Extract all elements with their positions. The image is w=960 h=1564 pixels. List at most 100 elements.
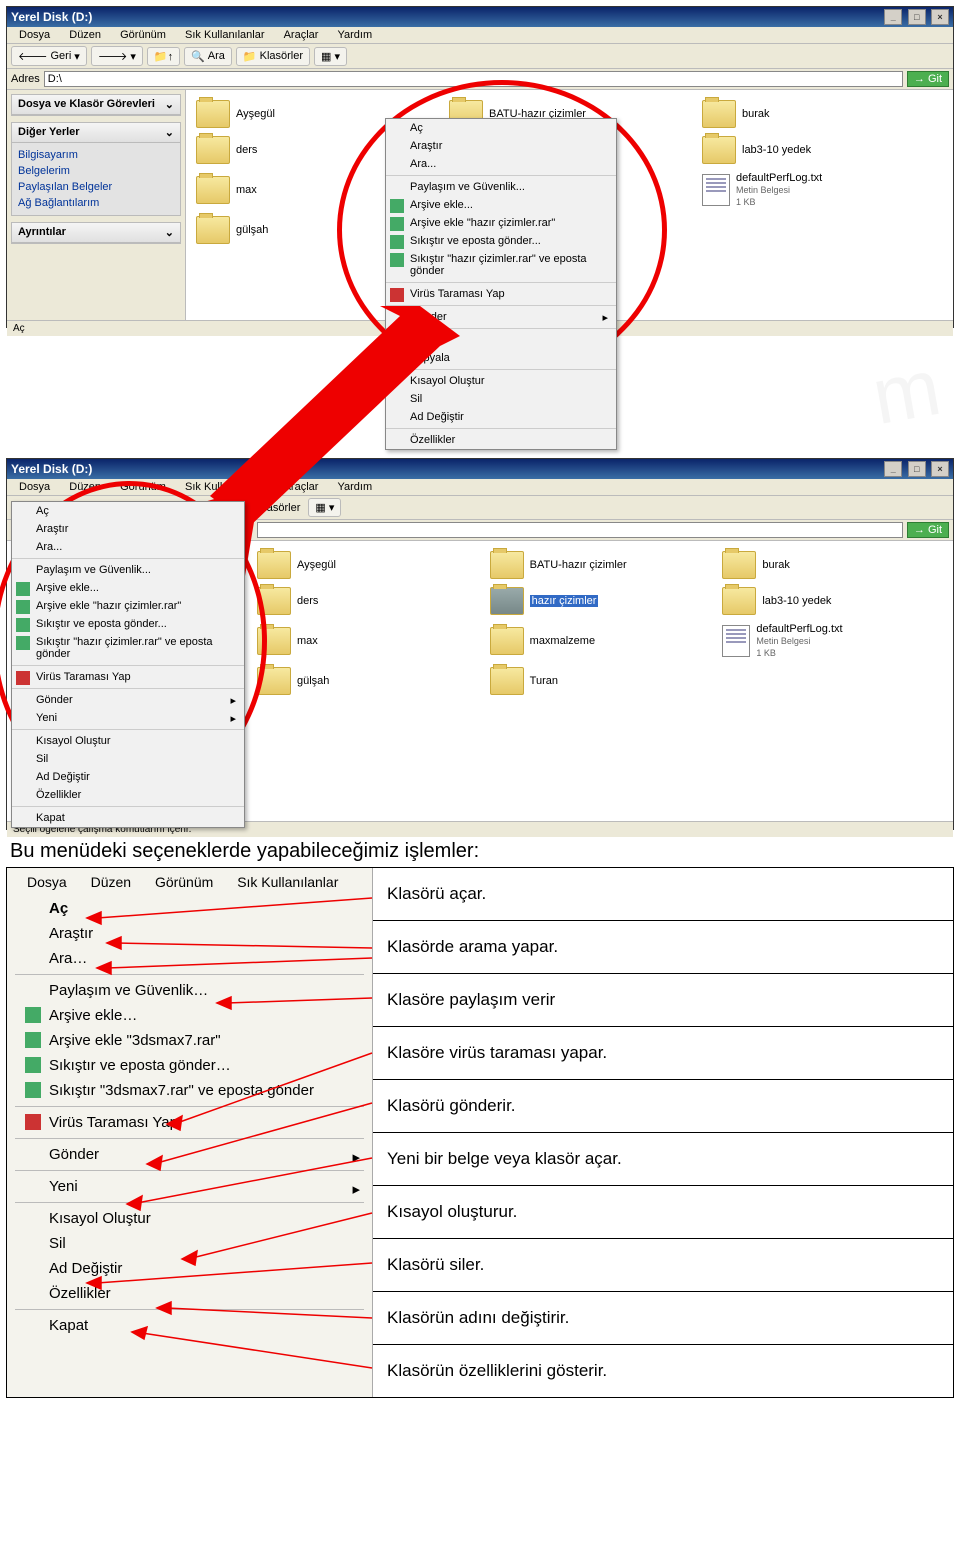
explain-menu-item[interactable]: Ara… bbox=[7, 946, 372, 971]
file-item[interactable]: defaultPerfLog.txtMetin Belgesi1 KB bbox=[720, 621, 945, 661]
menu-araclar[interactable]: Araçlar bbox=[276, 479, 327, 495]
context-menu-item[interactable]: Aç bbox=[12, 502, 244, 520]
views-button[interactable]: ▦ ▾ bbox=[308, 498, 341, 517]
panel-places-header[interactable]: Diğer Yerler⌄ bbox=[12, 123, 180, 143]
context-menu-item[interactable]: Aç bbox=[386, 119, 616, 137]
context-menu-item[interactable]: Paylaşım ve Güvenlik... bbox=[12, 561, 244, 579]
file-item[interactable]: defaultPerfLog.txtMetin Belgesi1 KB bbox=[700, 170, 945, 210]
menu-dosya[interactable]: Dosya bbox=[17, 872, 77, 892]
folder-item[interactable]: Turan bbox=[488, 665, 713, 697]
folder-item[interactable]: lab3-10 yedek bbox=[700, 134, 945, 166]
up-button[interactable]: 📁↑ bbox=[147, 47, 180, 66]
menu-duzen[interactable]: Düzen bbox=[81, 872, 141, 892]
folder-item[interactable]: maxmalzeme bbox=[488, 621, 713, 661]
folder-item[interactable]: burak bbox=[720, 549, 945, 581]
close-button[interactable]: × bbox=[931, 9, 949, 25]
context-menu-item[interactable]: Sıkıştır ve eposta gönder... bbox=[12, 615, 244, 633]
context-menu-item[interactable]: Kısayol Oluştur bbox=[386, 372, 616, 390]
panel-details-header[interactable]: Ayrıntılar⌄ bbox=[12, 223, 180, 243]
menu-dosya[interactable]: Dosya bbox=[11, 27, 58, 43]
menu-gorunum[interactable]: Görünüm bbox=[112, 27, 174, 43]
context-menu-item[interactable]: Ara... bbox=[12, 538, 244, 556]
explain-menu-item[interactable]: Yeni▸ bbox=[7, 1174, 372, 1199]
back-button[interactable]: 🡐 Geri ▾ bbox=[11, 46, 87, 66]
go-button[interactable]: → Git bbox=[907, 71, 949, 87]
context-menu-item[interactable]: Kes bbox=[386, 331, 616, 349]
minimize-button[interactable]: _ bbox=[884, 461, 902, 477]
explain-menu-item[interactable]: Kısayol Oluştur bbox=[7, 1206, 372, 1231]
context-menu-item[interactable]: Paylaşım ve Güvenlik... bbox=[386, 178, 616, 196]
minimize-button[interactable]: _ bbox=[884, 9, 902, 25]
folder-item[interactable]: burak bbox=[700, 98, 945, 130]
context-menu-item[interactable]: Kısayol Oluştur bbox=[12, 732, 244, 750]
context-menu-item[interactable]: Kapat bbox=[12, 809, 244, 827]
context-menu-item[interactable]: Sıkıştır ve eposta gönder... bbox=[386, 232, 616, 250]
context-menu-item[interactable]: Ad Değiştir bbox=[12, 768, 244, 786]
close-button[interactable]: × bbox=[931, 461, 949, 477]
menu-yardim[interactable]: Yardım bbox=[330, 27, 381, 43]
explain-menu-item[interactable]: Kapat bbox=[7, 1313, 372, 1338]
search-button[interactable]: 🔍 Ara bbox=[184, 47, 232, 66]
explain-menu-item[interactable]: Paylaşım ve Güvenlik… bbox=[7, 978, 372, 1003]
context-menu-item[interactable]: Araştır bbox=[386, 137, 616, 155]
explain-menu-item[interactable]: Sil bbox=[7, 1231, 372, 1256]
folder-item[interactable]: max bbox=[255, 621, 480, 661]
menu-sik[interactable]: Sık Kullanılanlar bbox=[177, 27, 273, 43]
go-button[interactable]: → Git bbox=[907, 522, 949, 538]
context-menu-item[interactable]: Arşive ekle... bbox=[12, 579, 244, 597]
context-menu-item[interactable]: Araştır bbox=[12, 520, 244, 538]
context-menu-item[interactable]: Ad Değiştir bbox=[386, 408, 616, 426]
folder-item[interactable]: Ayşegül bbox=[255, 549, 480, 581]
place-item[interactable]: Ağ Bağlantılarım bbox=[18, 195, 174, 211]
menu-duzen[interactable]: Düzen bbox=[61, 27, 109, 43]
context-menu-item[interactable]: Arşive ekle "hazır çizimler.rar" bbox=[386, 214, 616, 232]
context-menu-item[interactable]: Arşive ekle "hazır çizimler.rar" bbox=[12, 597, 244, 615]
context-menu-item[interactable]: Ara... bbox=[386, 155, 616, 173]
place-item[interactable]: Bilgisayarım bbox=[18, 147, 174, 163]
menu-araclar[interactable]: Araçlar bbox=[276, 27, 327, 43]
context-menu-item[interactable]: Özellikler bbox=[386, 431, 616, 449]
views-button[interactable]: ▦ ▾ bbox=[314, 47, 347, 66]
explain-menu-item[interactable]: Gönder▸ bbox=[7, 1142, 372, 1167]
context-menu-item[interactable]: Sıkıştır "hazır çizimler.rar" ve eposta … bbox=[386, 250, 616, 280]
explain-menu-item[interactable]: Sıkıştır "3dsmax7.rar" ve eposta gönder bbox=[7, 1078, 372, 1103]
context-menu-item[interactable]: Arşive ekle... bbox=[386, 196, 616, 214]
maximize-button[interactable]: □ bbox=[908, 461, 926, 477]
explain-menu-item[interactable]: Aç bbox=[7, 896, 372, 921]
folders-button[interactable]: 📁 Klasörler bbox=[236, 47, 310, 66]
context-menu-item[interactable]: Virüs Taraması Yap bbox=[386, 285, 616, 303]
menu-sik[interactable]: Sık Kullanılanlar bbox=[177, 479, 273, 495]
forward-button[interactable]: 🡒 ▾ bbox=[91, 46, 143, 66]
explain-menu-item[interactable]: Sıkıştır ve eposta gönder… bbox=[7, 1053, 372, 1078]
folder-item[interactable]: lab3-10 yedek bbox=[720, 585, 945, 617]
context-menu-item[interactable]: Kopyala bbox=[386, 349, 616, 367]
explain-menu-item[interactable]: Özellikler bbox=[7, 1281, 372, 1306]
folder-item[interactable]: BATU-hazır çizimler bbox=[488, 549, 713, 581]
panel-tasks-header[interactable]: Dosya ve Klasör Görevleri⌄ bbox=[12, 95, 180, 115]
menu-duzen[interactable]: Düzen bbox=[61, 479, 109, 495]
explain-menu-item[interactable]: Araştır bbox=[7, 921, 372, 946]
context-menu-item[interactable]: Sıkıştır "hazır çizimler.rar" ve eposta … bbox=[12, 633, 244, 663]
menu-gorunum[interactable]: Görünüm bbox=[112, 479, 174, 495]
explain-menu-item[interactable]: Ad Değiştir bbox=[7, 1256, 372, 1281]
menu-dosya[interactable]: Dosya bbox=[11, 479, 58, 495]
place-item[interactable]: Belgelerim bbox=[18, 163, 174, 179]
address-input[interactable] bbox=[257, 522, 903, 538]
menu-gorunum[interactable]: Görünüm bbox=[145, 872, 223, 892]
context-menu-item[interactable]: Gönder▸ bbox=[386, 308, 616, 326]
folder-item-selected[interactable]: hazır çizimler bbox=[488, 585, 713, 617]
menu-sik[interactable]: Sık Kullanılanlar bbox=[227, 872, 348, 892]
context-menu-item[interactable]: Gönder▸ bbox=[12, 691, 244, 709]
explain-menu-item[interactable]: Arşive ekle… bbox=[7, 1003, 372, 1028]
context-menu-item[interactable]: Virüs Taraması Yap bbox=[12, 668, 244, 686]
maximize-button[interactable]: □ bbox=[908, 9, 926, 25]
explain-menu-item[interactable]: Virüs Taraması Yap bbox=[7, 1110, 372, 1135]
folder-item[interactable]: gülşah bbox=[255, 665, 480, 697]
folder-item[interactable]: ders bbox=[255, 585, 480, 617]
address-input[interactable] bbox=[44, 71, 903, 87]
context-menu-item[interactable]: Yeni▸ bbox=[12, 709, 244, 727]
place-item[interactable]: Paylaşılan Belgeler bbox=[18, 179, 174, 195]
menu-yardim[interactable]: Yardım bbox=[330, 479, 381, 495]
context-menu-item[interactable]: Özellikler bbox=[12, 786, 244, 804]
context-menu-item[interactable]: Sil bbox=[386, 390, 616, 408]
